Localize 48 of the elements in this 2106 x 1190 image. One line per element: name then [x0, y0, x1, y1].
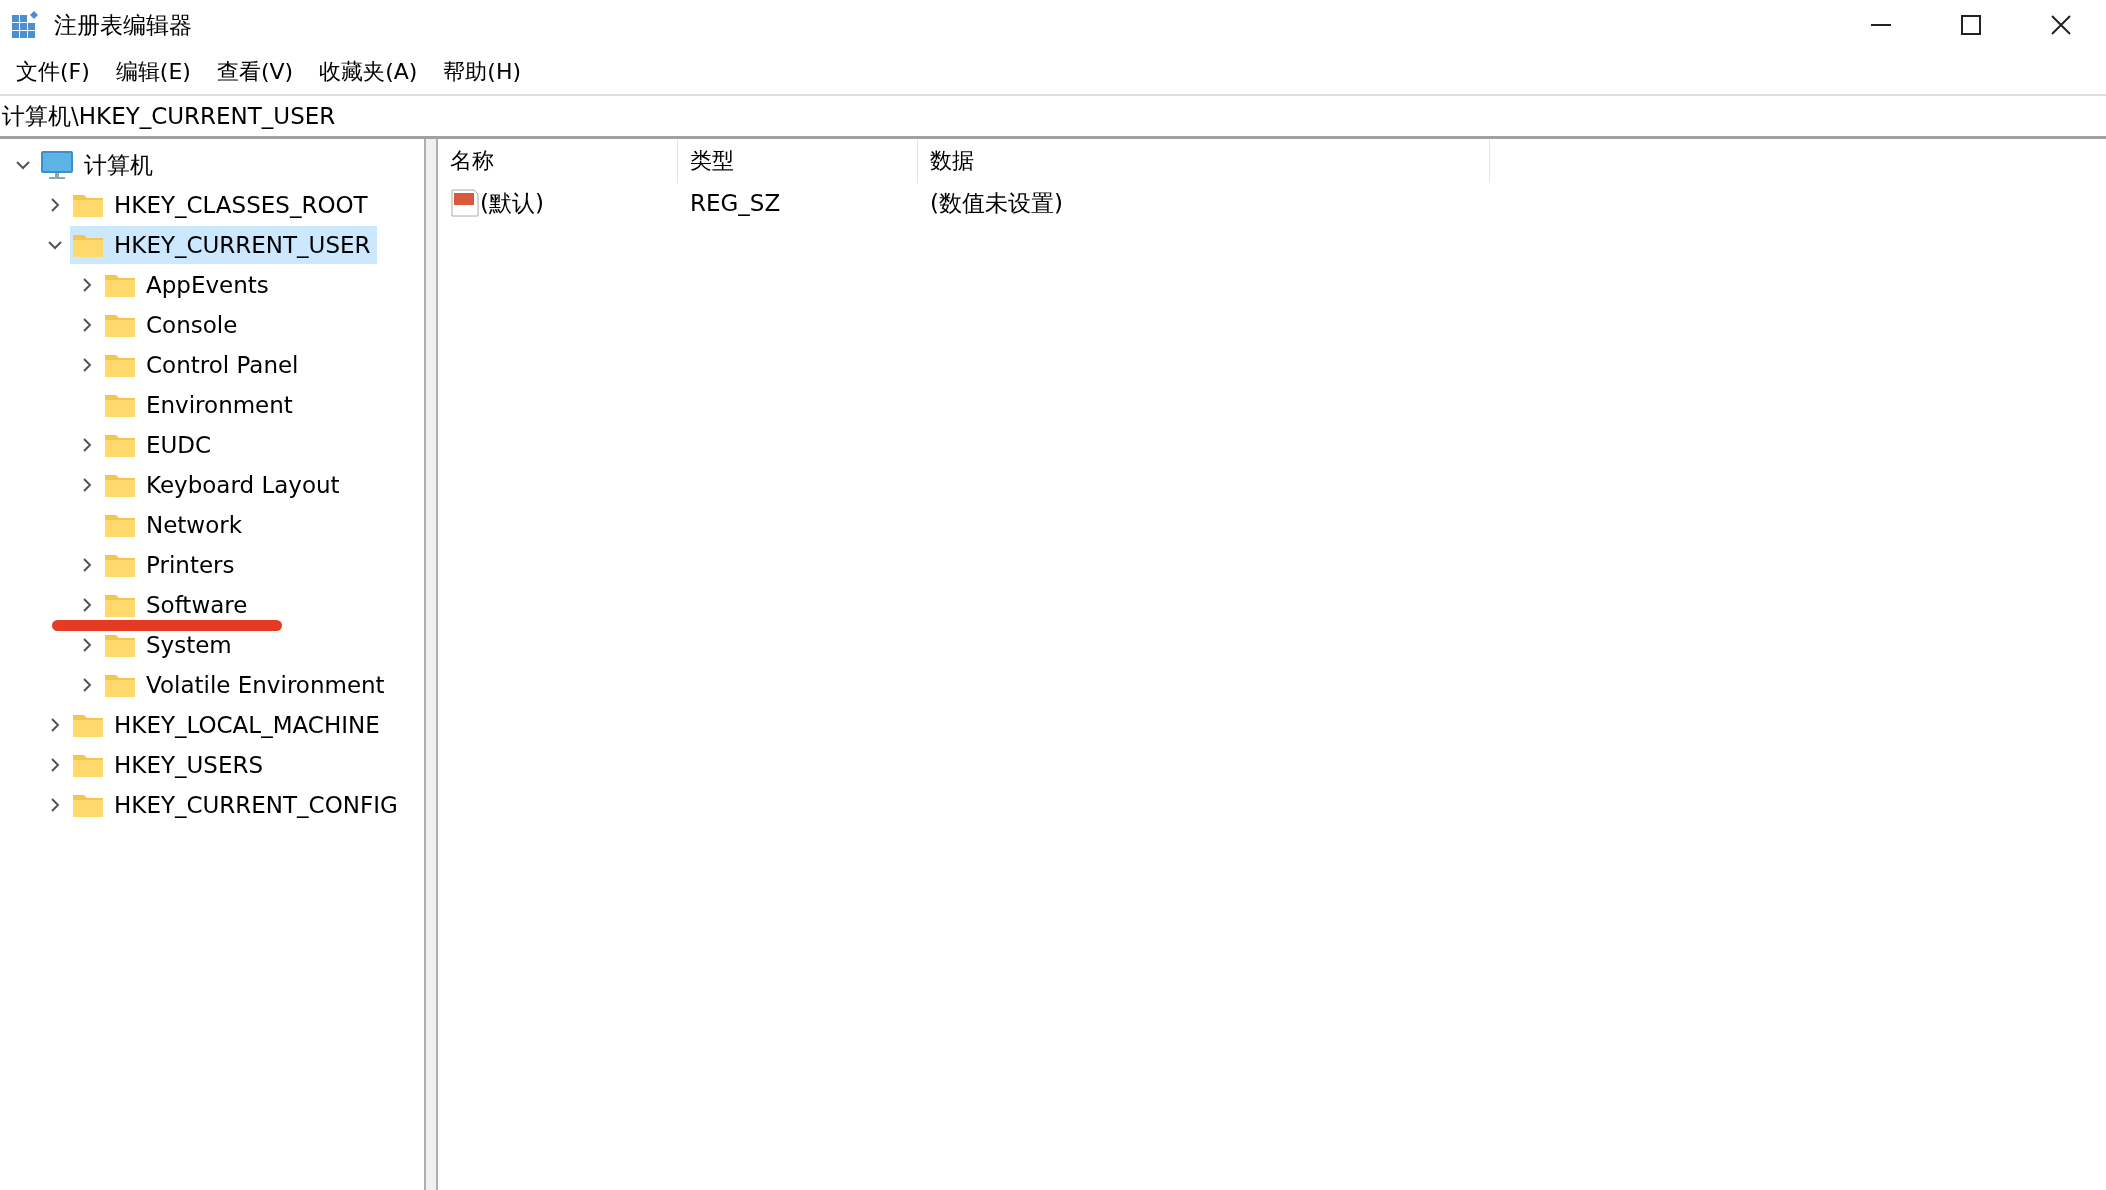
registry-app-icon — [10, 11, 40, 39]
table-cell-text: (默认) — [480, 188, 544, 218]
menu-item[interactable]: 帮助(H) — [433, 53, 532, 91]
tree-item[interactable]: Volatile Environment — [102, 666, 391, 704]
folder-icon — [104, 472, 136, 498]
window-title: 注册表编辑器 — [54, 10, 193, 40]
tree-item[interactable]: Software — [102, 586, 254, 624]
tree-item[interactable]: HKEY_USERS — [70, 746, 269, 784]
tree-item[interactable]: Network — [102, 506, 249, 544]
menu-item[interactable]: 文件(F) — [6, 53, 100, 91]
tree-item[interactable]: AppEvents — [102, 266, 275, 304]
folder-icon — [104, 392, 136, 418]
tree-item[interactable]: 计算机 — [38, 146, 159, 184]
folder-icon — [104, 352, 136, 378]
tree-item[interactable]: Control Panel — [102, 346, 305, 384]
tree-item[interactable]: HKEY_CURRENT_CONFIG — [70, 786, 404, 824]
folder-icon — [104, 592, 136, 618]
close-icon — [2050, 14, 2072, 36]
tree-item[interactable]: Printers — [102, 546, 241, 584]
folder-icon — [104, 672, 136, 698]
tree-item[interactable]: HKEY_CURRENT_USER — [70, 226, 377, 264]
tree-item[interactable]: EUDC — [102, 426, 218, 464]
folder-icon — [104, 432, 136, 458]
tree-item[interactable]: HKEY_LOCAL_MACHINE — [70, 706, 386, 744]
tree-item[interactable]: System — [102, 626, 238, 664]
tree-item[interactable]: HKEY_CLASSES_ROOT — [70, 186, 374, 224]
folder-icon — [104, 272, 136, 298]
maximize-icon — [1960, 14, 1982, 36]
folder-icon — [104, 632, 136, 658]
tree-item[interactable]: Keyboard Layout — [102, 466, 346, 504]
table-cell: REG_SZ — [690, 190, 781, 216]
menu-item[interactable]: 收藏夹(A) — [309, 53, 428, 91]
computer-icon — [40, 150, 74, 180]
folder-icon — [72, 752, 104, 778]
menu-item[interactable]: 查看(V) — [206, 53, 304, 91]
folder-icon — [72, 792, 104, 818]
folder-icon — [104, 552, 136, 578]
menu-item[interactable]: 编辑(E) — [105, 53, 201, 91]
folder-icon — [72, 232, 104, 258]
table-cell-text: (数值未设置) — [930, 188, 1063, 218]
tree-item[interactable]: Console — [102, 306, 244, 344]
folder-icon — [104, 312, 136, 338]
folder-icon — [104, 512, 136, 538]
folder-icon — [72, 192, 104, 218]
tree-item[interactable]: Environment — [102, 386, 299, 424]
string-value-icon — [450, 188, 480, 218]
folder-icon — [72, 712, 104, 738]
minimize-icon — [1870, 24, 1892, 26]
